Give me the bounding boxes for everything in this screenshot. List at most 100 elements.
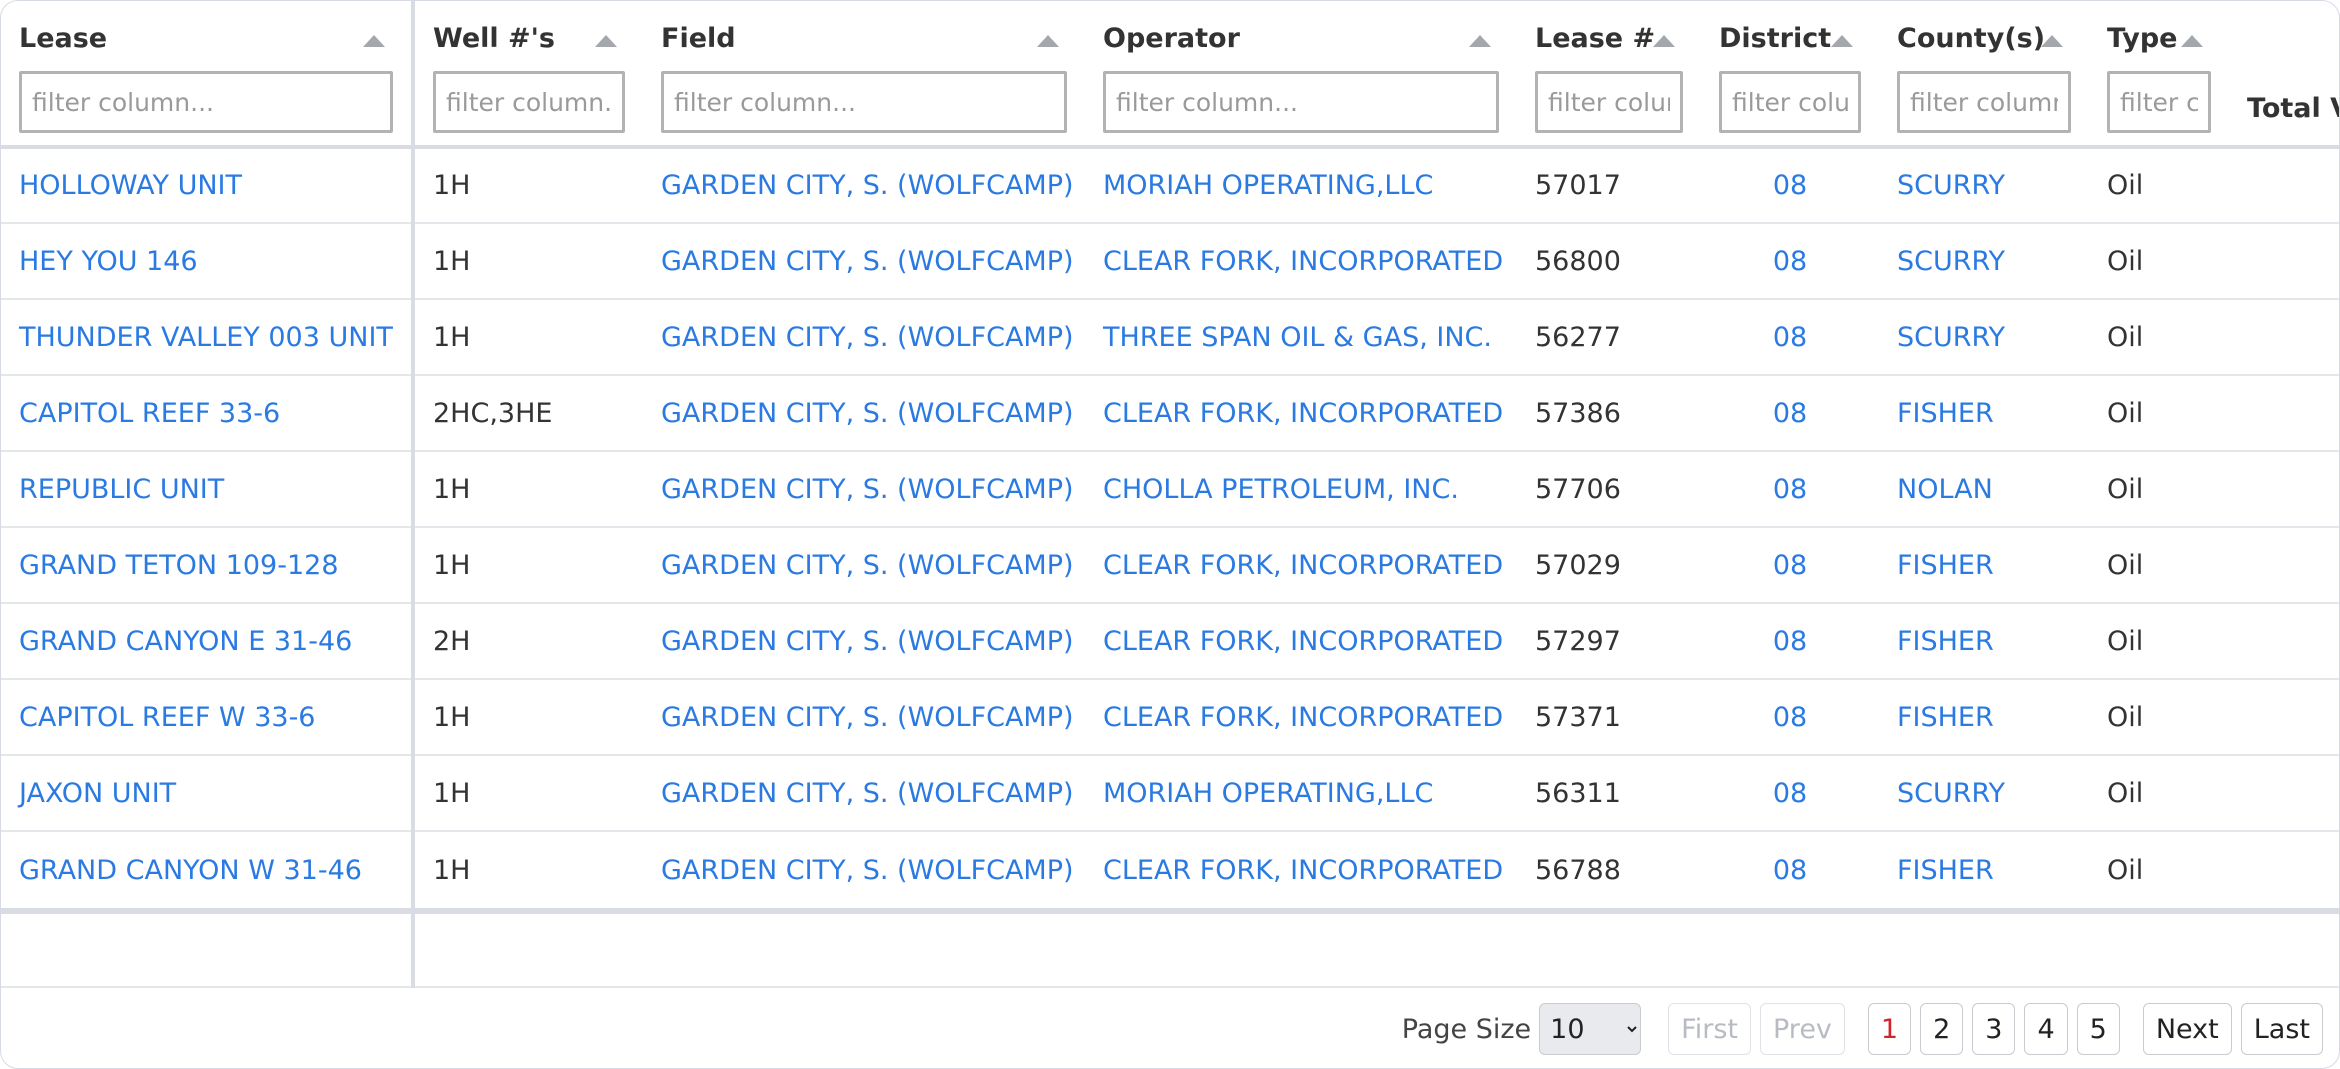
district-cell[interactable]: 08	[1701, 375, 1879, 452]
filter-input-wells[interactable]	[433, 71, 625, 133]
county-cell[interactable]: FISHER	[1879, 375, 2089, 452]
column-header-operator[interactable]: Operator	[1085, 1, 1517, 149]
operator-cell[interactable]: CLEAR FORK, INCORPORATED	[1085, 223, 1517, 300]
type-cell: Oil	[2089, 603, 2229, 680]
total-cell	[2229, 679, 2339, 756]
page-size-select[interactable]: 10	[1539, 1003, 1642, 1055]
type-cell: Oil	[2089, 831, 2229, 914]
wells-cell: 1H	[413, 679, 643, 756]
sort-ascending-icon[interactable]	[1831, 35, 1853, 47]
sort-ascending-icon[interactable]	[363, 35, 385, 47]
district-cell[interactable]: 08	[1701, 147, 1879, 224]
district-cell[interactable]: 08	[1701, 831, 1879, 914]
filter-input-operator[interactable]	[1103, 71, 1499, 133]
lease-cell[interactable]: JAXON UNIT	[1, 755, 415, 832]
empty-row	[1, 911, 2339, 988]
column-header-total[interactable]: Total V	[2229, 1, 2339, 149]
sort-ascending-icon[interactable]	[1469, 35, 1491, 47]
lease-cell[interactable]: HOLLOWAY UNIT	[1, 147, 415, 224]
operator-cell[interactable]: CLEAR FORK, INCORPORATED	[1085, 679, 1517, 756]
last-page-button[interactable]: Last	[2240, 1003, 2323, 1055]
county-cell[interactable]: NOLAN	[1879, 451, 2089, 528]
county-cell[interactable]: FISHER	[1879, 603, 2089, 680]
sort-ascending-icon[interactable]	[1653, 35, 1675, 47]
lease-cell[interactable]: GRAND CANYON W 31-46	[1, 831, 415, 914]
sort-ascending-icon[interactable]	[595, 35, 617, 47]
column-header-district[interactable]: District	[1701, 1, 1879, 149]
county-cell[interactable]: SCURRY	[1879, 299, 2089, 376]
county-cell[interactable]: FISHER	[1879, 527, 2089, 604]
field-cell[interactable]: GARDEN CITY, S. (WOLFCAMP)	[643, 451, 1085, 528]
type-cell: Oil	[2089, 755, 2229, 832]
field-cell[interactable]: GARDEN CITY, S. (WOLFCAMP)	[643, 755, 1085, 832]
operator-cell[interactable]: THREE SPAN OIL & GAS, INC.	[1085, 299, 1517, 376]
page-button-3[interactable]: 3	[1972, 1003, 2016, 1055]
sort-ascending-icon[interactable]	[2181, 35, 2203, 47]
sort-ascending-icon[interactable]	[2041, 35, 2063, 47]
lease-cell[interactable]: REPUBLIC UNIT	[1, 451, 415, 528]
field-cell[interactable]: GARDEN CITY, S. (WOLFCAMP)	[643, 147, 1085, 224]
table-row: GRAND CANYON E 31-46 2H GARDEN CITY, S. (W…	[1, 603, 2339, 680]
filter-input-lease[interactable]	[19, 71, 393, 133]
lease-cell[interactable]: GRAND CANYON E 31-46	[1, 603, 415, 680]
field-cell[interactable]: GARDEN CITY, S. (WOLFCAMP)	[643, 527, 1085, 604]
next-page-button[interactable]: Next	[2142, 1003, 2232, 1055]
field-cell[interactable]: GARDEN CITY, S. (WOLFCAMP)	[643, 603, 1085, 680]
wells-cell: 1H	[413, 147, 643, 224]
lease-number-cell: 57706	[1517, 451, 1701, 528]
page-button-1[interactable]: 1	[1867, 1003, 1912, 1055]
operator-cell[interactable]: CLEAR FORK, INCORPORATED	[1085, 831, 1517, 914]
lease-cell[interactable]: GRAND TETON 109-128	[1, 527, 415, 604]
filter-input-district[interactable]	[1719, 71, 1861, 133]
district-cell[interactable]: 08	[1701, 451, 1879, 528]
lease-cell[interactable]: CAPITOL REEF 33-6	[1, 375, 415, 452]
total-cell	[2229, 831, 2339, 914]
sort-ascending-icon[interactable]	[1037, 35, 1059, 47]
lease-cell[interactable]: THUNDER VALLEY 003 UNIT	[1, 299, 415, 376]
page-button-4[interactable]: 4	[2024, 1003, 2068, 1055]
county-cell[interactable]: FISHER	[1879, 831, 2089, 914]
operator-cell[interactable]: CLEAR FORK, INCORPORATED	[1085, 603, 1517, 680]
column-header-wells[interactable]: Well #'s	[413, 1, 643, 149]
field-cell[interactable]: GARDEN CITY, S. (WOLFCAMP)	[643, 679, 1085, 756]
column-header-type[interactable]: Type	[2089, 1, 2229, 149]
operator-cell[interactable]: CHOLLA PETROLEUM, INC.	[1085, 451, 1517, 528]
column-header-county[interactable]: County(s)	[1879, 1, 2089, 149]
district-cell[interactable]: 08	[1701, 755, 1879, 832]
district-cell[interactable]: 08	[1701, 223, 1879, 300]
district-cell[interactable]: 08	[1701, 603, 1879, 680]
total-cell	[2229, 147, 2339, 224]
lease-cell[interactable]: CAPITOL REEF W 33-6	[1, 679, 415, 756]
column-header-lease[interactable]: Lease	[1, 1, 415, 149]
page-button-5[interactable]: 5	[2076, 1003, 2120, 1055]
empty-cell	[1879, 911, 2089, 988]
county-cell[interactable]: SCURRY	[1879, 755, 2089, 832]
filter-input-lease-number[interactable]	[1535, 71, 1683, 133]
lease-cell[interactable]: HEY YOU 146	[1, 223, 415, 300]
operator-cell[interactable]: MORIAH OPERATING,LLC	[1085, 147, 1517, 224]
district-cell[interactable]: 08	[1701, 679, 1879, 756]
county-cell[interactable]: SCURRY	[1879, 223, 2089, 300]
field-cell[interactable]: GARDEN CITY, S. (WOLFCAMP)	[643, 223, 1085, 300]
lease-number-cell: 56277	[1517, 299, 1701, 376]
lease-number-cell: 57386	[1517, 375, 1701, 452]
operator-cell[interactable]: CLEAR FORK, INCORPORATED	[1085, 375, 1517, 452]
first-page-button[interactable]: First	[1668, 1003, 1751, 1055]
column-header-lease-number[interactable]: Lease #	[1517, 1, 1701, 149]
filter-input-type[interactable]	[2107, 71, 2211, 133]
page-button-2[interactable]: 2	[1920, 1003, 1964, 1055]
field-cell[interactable]: GARDEN CITY, S. (WOLFCAMP)	[643, 299, 1085, 376]
prev-page-button[interactable]: Prev	[1760, 1003, 1845, 1055]
column-header-field[interactable]: Field	[643, 1, 1085, 149]
operator-cell[interactable]: CLEAR FORK, INCORPORATED	[1085, 527, 1517, 604]
field-cell[interactable]: GARDEN CITY, S. (WOLFCAMP)	[643, 375, 1085, 452]
county-cell[interactable]: SCURRY	[1879, 147, 2089, 224]
field-cell[interactable]: GARDEN CITY, S. (WOLFCAMP)	[643, 831, 1085, 914]
table-row: REPUBLIC UNIT 1H GARDEN CITY, S. (WOLFCAMP…	[1, 451, 2339, 528]
district-cell[interactable]: 08	[1701, 527, 1879, 604]
filter-input-field[interactable]	[661, 71, 1067, 133]
filter-input-county[interactable]	[1897, 71, 2071, 133]
county-cell[interactable]: FISHER	[1879, 679, 2089, 756]
district-cell[interactable]: 08	[1701, 299, 1879, 376]
operator-cell[interactable]: MORIAH OPERATING,LLC	[1085, 755, 1517, 832]
